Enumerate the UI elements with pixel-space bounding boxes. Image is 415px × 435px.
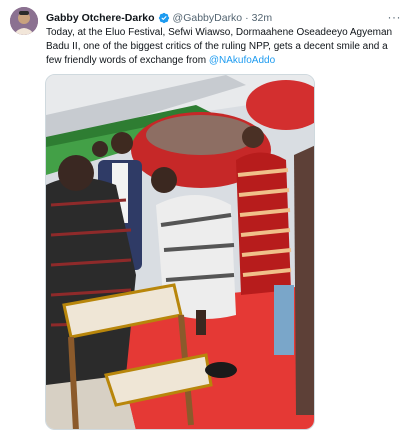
author-display-name[interactable]: Gabby Otchere-Darko xyxy=(46,12,155,24)
tweet-text: Today, at the Eluo Festival, Sefwi Wiaws… xyxy=(46,26,406,68)
mention-link[interactable]: @NAkufoAddo xyxy=(209,55,275,66)
author-handle[interactable]: @GabbyDarko xyxy=(173,12,243,24)
author-avatar[interactable] xyxy=(10,7,38,35)
tweet-photo[interactable] xyxy=(45,74,315,430)
more-options-icon[interactable]: ··· xyxy=(388,10,402,24)
tweet-timestamp[interactable]: 32m xyxy=(252,12,272,24)
tweet-card[interactable]: Gabby Otchere-Darko @GabbyDarko · 32m ··… xyxy=(0,0,415,435)
separator-dot: · xyxy=(245,12,249,24)
tweet-header: Gabby Otchere-Darko @GabbyDarko · 32m ··… xyxy=(46,10,401,26)
verified-badge-icon xyxy=(158,12,170,24)
